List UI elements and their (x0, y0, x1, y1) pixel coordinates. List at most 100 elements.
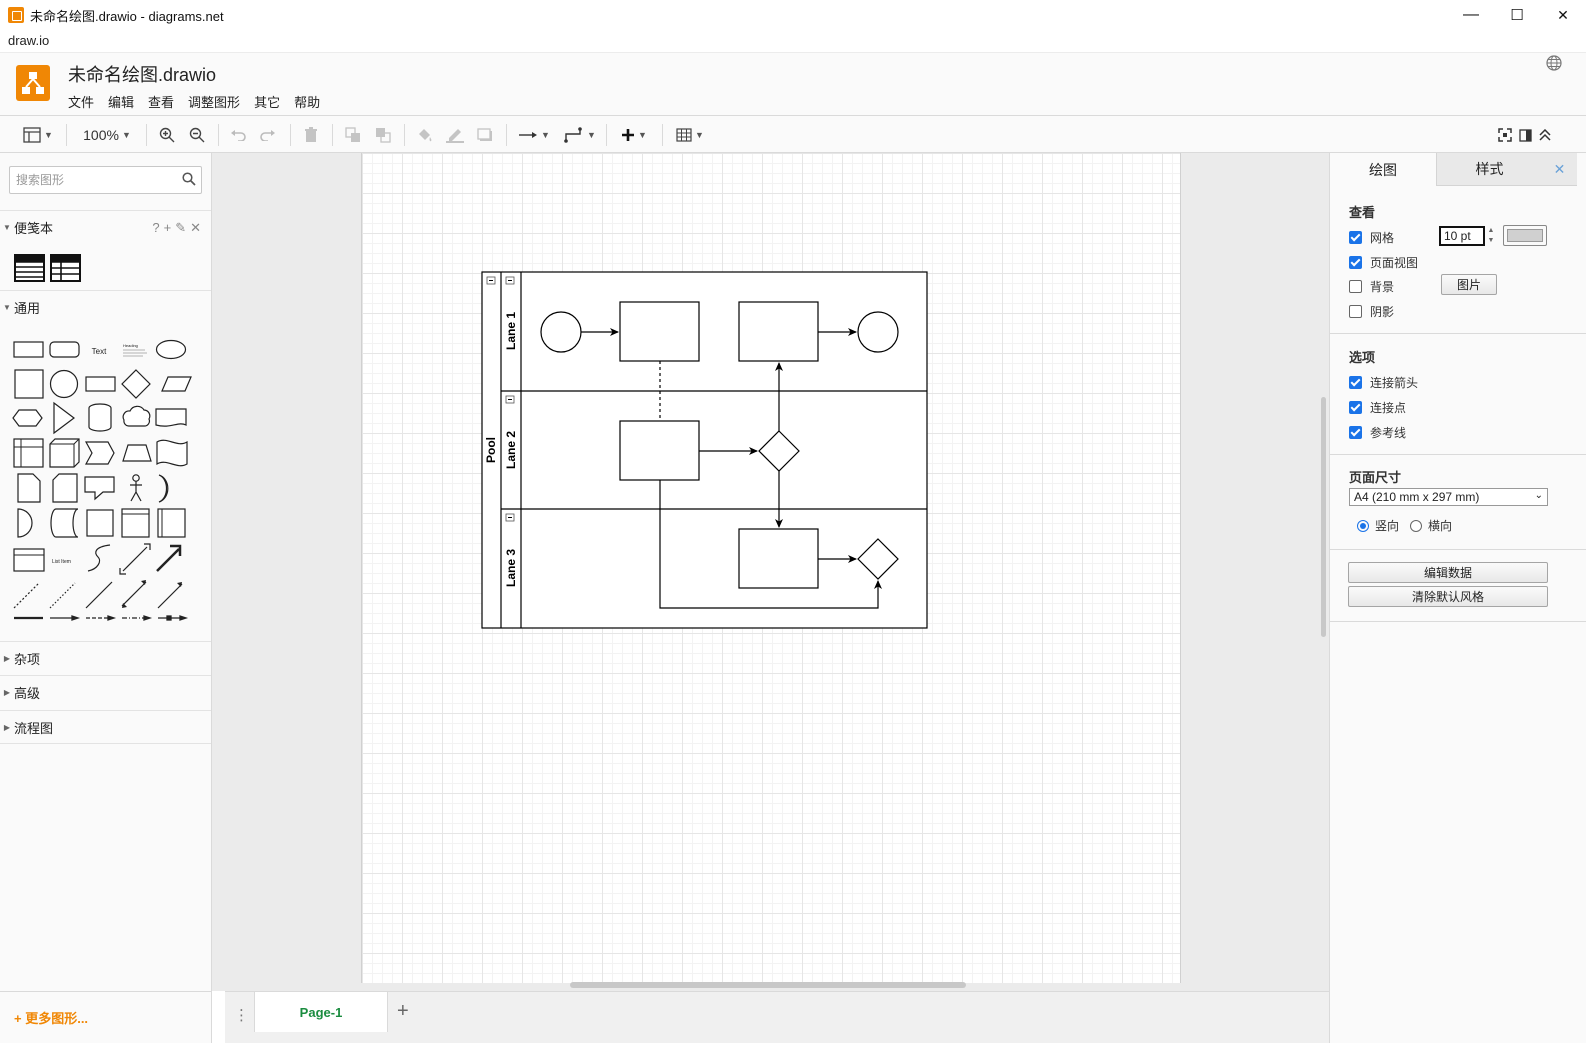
shape-cylinder (88, 403, 112, 432)
background-image-button[interactable]: 图片 (1441, 274, 1497, 295)
close-icon[interactable]: ✕ (190, 220, 201, 236)
lane2-label[interactable]: Lane 2 (504, 431, 518, 469)
landscape-option[interactable]: 横向 (1410, 517, 1452, 534)
edit-data-button[interactable]: 编辑数据 (1348, 562, 1548, 583)
menu-extras[interactable]: 其它 (254, 92, 280, 111)
page-view-checkbox[interactable] (1349, 256, 1362, 269)
menu-file[interactable]: 文件 (68, 92, 94, 111)
grid-size-input[interactable]: 10 pt (1439, 226, 1485, 246)
connection-arrows-option[interactable]: 连接箭头 (1349, 374, 1418, 391)
shape-square-2 (86, 509, 114, 537)
app-menubar: draw.io (0, 30, 1586, 52)
menu-arrange[interactable]: 调整图形 (188, 92, 240, 111)
to-front-button[interactable] (342, 122, 364, 148)
close-panel-icon[interactable]: ✕ (1542, 153, 1577, 186)
shape-directional-connector (157, 583, 183, 609)
drawing-page[interactable]: Pool Lane 1 Lane 2 Lane 3 (361, 153, 1181, 983)
shape-text[interactable]: Text (92, 347, 107, 356)
shape-tape (156, 439, 188, 467)
shape-callout (84, 476, 115, 501)
delete-button[interactable] (302, 122, 320, 148)
shadow-option[interactable]: 阴影 (1349, 303, 1394, 320)
menu-view[interactable]: 查看 (148, 92, 174, 111)
view-panels-button[interactable]: ▼ (20, 122, 56, 148)
grid-size-stepper[interactable]: ▲ ▼ (1486, 226, 1496, 246)
grid-color-button[interactable] (1503, 225, 1547, 246)
language-globe-icon[interactable] (1546, 55, 1562, 76)
connection-style-button[interactable]: ▼ (516, 122, 552, 148)
tab-style[interactable]: 样式 (1436, 153, 1542, 186)
help-icon[interactable]: ? (152, 220, 159, 236)
background-checkbox[interactable] (1349, 280, 1362, 293)
insert-button[interactable]: ▼ (616, 122, 652, 148)
guides-checkbox[interactable] (1349, 426, 1362, 439)
table-button[interactable]: ▼ (672, 122, 708, 148)
document-title[interactable]: 未命名绘图.drawio (68, 61, 216, 87)
scratchpad-shape-table[interactable] (50, 254, 81, 282)
advanced-title: 高级 (14, 686, 41, 701)
app-menu-drawio[interactable]: draw.io (8, 33, 49, 48)
waypoints-button[interactable]: ▼ (562, 122, 598, 148)
to-back-icon (376, 128, 391, 143)
shape-list-item[interactable]: List Item (52, 559, 71, 565)
zoom-in-button[interactable] (156, 122, 178, 148)
connection-arrows-checkbox[interactable] (1349, 376, 1362, 389)
tab-diagram[interactable]: 绘图 (1330, 153, 1436, 186)
maximize-button[interactable]: ☐ (1494, 0, 1540, 30)
search-icon[interactable] (182, 172, 196, 186)
lane3-label[interactable]: Lane 3 (504, 549, 518, 587)
undo-button[interactable] (228, 122, 248, 148)
grid-option[interactable]: 网格 (1349, 229, 1394, 246)
redo-icon (260, 130, 275, 141)
fullscreen-button[interactable] (1496, 122, 1514, 148)
menu-help[interactable]: 帮助 (294, 92, 320, 111)
fill-color-button[interactable] (414, 122, 436, 148)
page-size-select[interactable]: A4 (210 mm x 297 mm) ⌄ (1349, 488, 1548, 506)
close-button[interactable]: ✕ (1540, 0, 1586, 30)
landscape-radio[interactable] (1410, 519, 1422, 532)
diagram-canvas[interactable]: Pool Lane 1 Lane 2 Lane 3 (212, 153, 1329, 991)
zoom-dropdown[interactable]: 100% ▼ (78, 122, 136, 148)
flowchart-section-header[interactable]: ▶ 流程图 (0, 710, 211, 744)
lane1-label[interactable]: Lane 1 (504, 312, 518, 350)
collapse-toolbar-button[interactable] (1536, 122, 1554, 148)
format-panel-toggle-button[interactable] (1516, 122, 1534, 148)
zoom-out-button[interactable] (186, 122, 208, 148)
more-shapes-button[interactable]: + 更多图形... (0, 991, 211, 1043)
background-label: 背景 (1370, 280, 1395, 294)
redo-button[interactable] (258, 122, 278, 148)
line-color-button[interactable] (444, 122, 466, 148)
add-icon[interactable]: + (164, 220, 172, 236)
add-page-button[interactable]: + (397, 1000, 409, 1023)
portrait-radio[interactable] (1357, 519, 1369, 532)
page-tab-page-1[interactable]: Page-1 (254, 992, 388, 1032)
misc-section-header[interactable]: ▶ 杂项 (0, 641, 211, 675)
minimize-button[interactable]: — (1448, 0, 1494, 30)
page-view-option[interactable]: 页面视图 (1349, 254, 1418, 271)
shadow-button[interactable] (474, 122, 496, 148)
grid-checkbox[interactable] (1349, 231, 1362, 244)
edit-icon[interactable]: ✎ (175, 220, 186, 236)
page-tabs-bar: ⋮ Page-1 + (225, 991, 1329, 1043)
guides-option[interactable]: 参考线 (1349, 424, 1406, 441)
clear-default-style-button[interactable]: 清除默认风格 (1348, 586, 1548, 607)
portrait-option[interactable]: 竖向 (1357, 517, 1399, 534)
connection-points-checkbox[interactable] (1349, 401, 1362, 414)
general-section-header[interactable]: ▼ 通用 (0, 290, 211, 324)
shape-square (14, 369, 44, 399)
scratchpad-shape-list[interactable] (14, 254, 45, 282)
scratchpad-section-header[interactable]: ▼ 便笺本 ? + ✎ ✕ (0, 210, 211, 244)
horizontal-scrollbar[interactable] (570, 982, 966, 988)
advanced-section-header[interactable]: ▶ 高级 (0, 675, 211, 709)
shape-search-input[interactable] (16, 167, 176, 193)
background-option[interactable]: 背景 (1349, 278, 1394, 295)
shape-actor (130, 474, 142, 502)
pool-label[interactable]: Pool (484, 437, 498, 463)
shadow-checkbox[interactable] (1349, 305, 1362, 318)
vertical-scrollbar[interactable] (1321, 397, 1326, 637)
to-back-button[interactable] (372, 122, 394, 148)
connection-arrows-label: 连接箭头 (1370, 376, 1419, 390)
pages-menu-icon[interactable]: ⋮ (234, 1006, 249, 1024)
connection-points-option[interactable]: 连接点 (1349, 399, 1406, 416)
menu-edit[interactable]: 编辑 (108, 92, 134, 111)
